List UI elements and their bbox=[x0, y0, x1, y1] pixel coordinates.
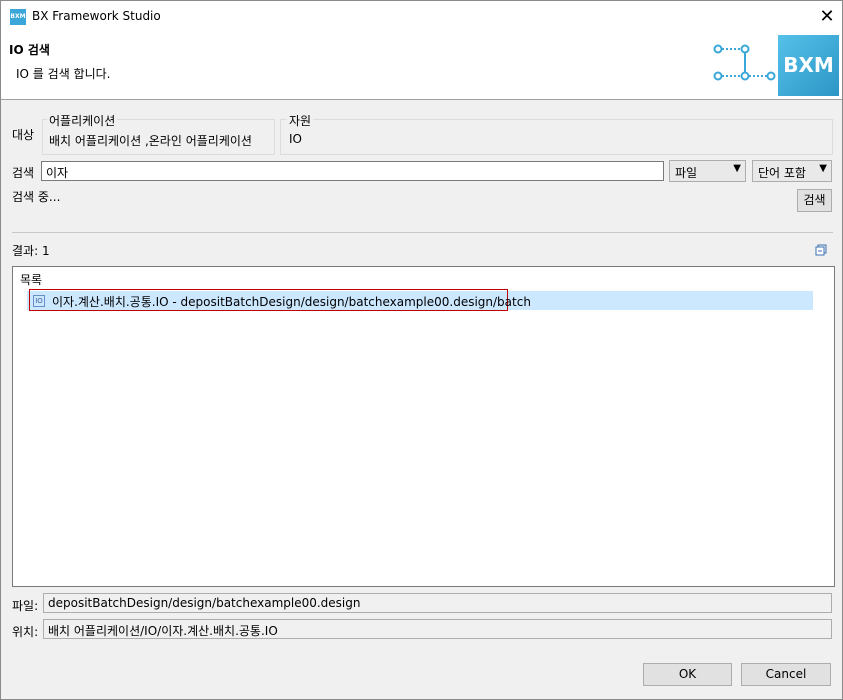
match-select-value: 단어 포함 bbox=[758, 166, 806, 180]
dialog-window: BXM BX Framework Studio ✕ IO 검색 IO 를 검색 … bbox=[0, 0, 843, 700]
chevron-down-icon: ▼ bbox=[733, 163, 741, 174]
location-field: 배치 어플리케이션/IO/이자.계산.배치.공통.IO bbox=[43, 619, 832, 639]
scope-select-value: 파일 bbox=[675, 166, 698, 180]
close-icon[interactable]: ✕ bbox=[813, 3, 841, 31]
collapse-all-icon[interactable] bbox=[815, 244, 827, 256]
cancel-button[interactable]: Cancel bbox=[741, 663, 831, 686]
results-count: 결과: 1 bbox=[12, 244, 50, 258]
application-group-title: 어플리케이션 bbox=[47, 112, 118, 129]
bxm-logo: BXM bbox=[778, 35, 839, 96]
app-icon: BXM bbox=[10, 9, 26, 25]
search-input[interactable]: 이자 bbox=[41, 161, 664, 181]
window-title: BX Framework Studio bbox=[32, 9, 161, 23]
dialog-title: IO 검색 bbox=[9, 43, 50, 57]
file-label: 파일: bbox=[12, 599, 39, 613]
resource-group: 자원 IO bbox=[280, 112, 833, 155]
search-label: 검색 bbox=[12, 166, 35, 180]
chevron-down-icon: ▼ bbox=[819, 163, 827, 174]
io-file-icon: IO bbox=[33, 295, 45, 307]
results-list[interactable]: 목록 IO 이자.계산.배치.공통.IO - depositBatchDesig… bbox=[12, 266, 835, 587]
search-button[interactable]: 검색 bbox=[797, 189, 832, 212]
target-label: 대상 bbox=[12, 128, 35, 142]
ok-button[interactable]: OK bbox=[643, 663, 732, 686]
application-group: 어플리케이션 배치 어플리케이션 ,온라인 어플리케이션 bbox=[42, 112, 275, 155]
application-value: 배치 어플리케이션 ,온라인 어플리케이션 bbox=[49, 134, 252, 148]
list-header: 목록 bbox=[20, 273, 43, 287]
resource-value: IO bbox=[289, 132, 302, 146]
list-item-label: 이자.계산.배치.공통.IO - depositBatchDesign/desi… bbox=[52, 295, 531, 309]
connector-graphic-icon bbox=[713, 44, 776, 81]
dialog-description: IO 를 검색 합니다. bbox=[16, 67, 111, 81]
resource-group-title: 자원 bbox=[287, 112, 314, 129]
file-path-field: depositBatchDesign/design/batchexample00… bbox=[43, 593, 832, 613]
list-item[interactable]: IO 이자.계산.배치.공통.IO - depositBatchDesign/d… bbox=[27, 289, 813, 311]
dialog-header: IO 검색 IO 를 검색 합니다. BXM bbox=[1, 33, 842, 100]
scope-select[interactable]: 파일 ▼ bbox=[669, 160, 746, 182]
search-status: 검색 중... bbox=[12, 190, 61, 204]
location-label: 위치: bbox=[12, 625, 39, 639]
section-divider bbox=[12, 232, 833, 233]
title-bar: BXM BX Framework Studio ✕ bbox=[1, 1, 842, 33]
match-select[interactable]: 단어 포함 ▼ bbox=[752, 160, 832, 182]
